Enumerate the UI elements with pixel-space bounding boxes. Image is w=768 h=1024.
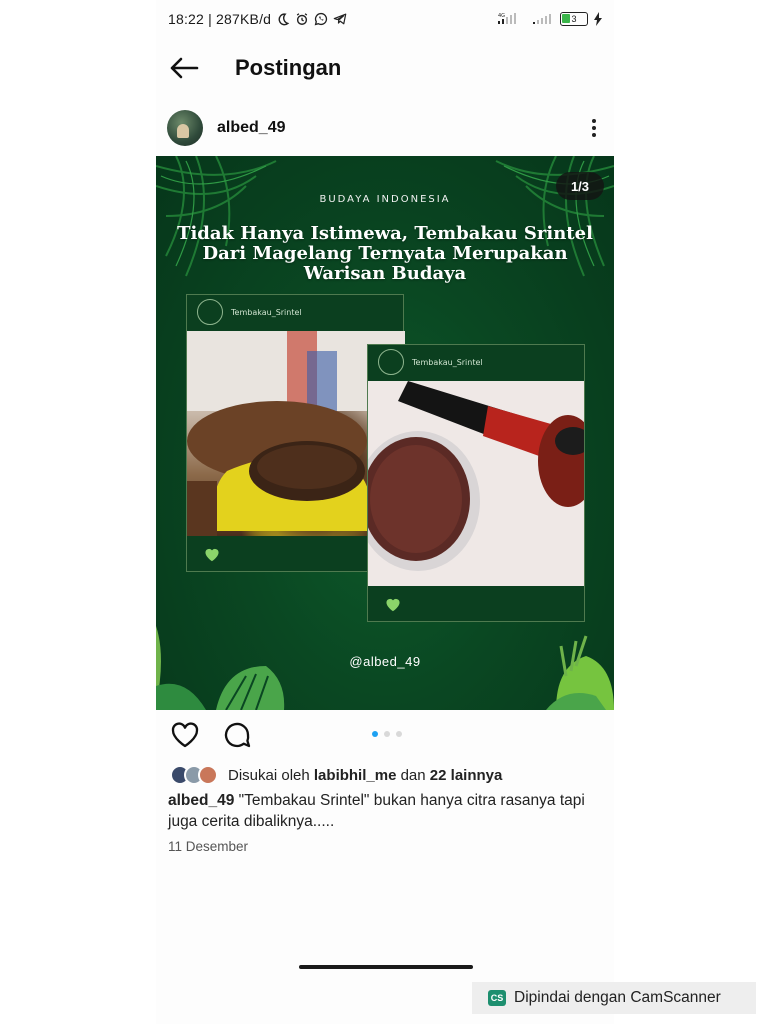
moon-icon [278,13,290,26]
heart-icon [386,598,400,612]
image-headline: Tidak Hanya Istimewa, Tembakau Srintel D… [177,223,593,284]
likes-joiner: dan [400,766,426,784]
signal-icon-2 [533,14,551,24]
card-header: Tembakau_Srintel [368,345,584,379]
post-date: 11 Desember [168,839,249,854]
card-header: Tembakau_Srintel [187,295,403,329]
back-button[interactable] [154,40,214,96]
likes-summary[interactable]: Disukai oleh labibhil_me dan 22 lainnya [170,764,610,786]
card-username: Tembakau_Srintel [231,307,302,317]
pipe-tobacco-illustration [368,381,584,586]
avatar [198,765,218,785]
card-footer [368,587,584,621]
camscanner-text: Dipindai dengan CamScanner [514,989,721,1006]
monstera-leaves-decoration [156,626,614,710]
liker-avatars [170,765,218,785]
comment-icon[interactable] [222,720,252,750]
post-username[interactable]: albed_49 [217,119,285,137]
status-bar-right: 4G 3 [498,12,602,26]
top-app-bar: Postingan [156,40,614,96]
more-vertical-icon [592,119,596,123]
caption-username[interactable]: albed_49 [168,792,234,809]
likes-others[interactable]: 22 lainnya [430,767,503,784]
post-image[interactable]: 1/3 BUDAYA INDONESIA Tidak Hanya Istimew… [156,156,614,710]
likes-prefix: Disukai oleh [228,766,310,784]
signal-icon: 4G [498,13,516,24]
tobacco-photo-2 [368,381,584,586]
battery-level: 3 [571,14,577,24]
alarm-icon [296,13,308,25]
network-label: 4G [498,13,505,19]
status-bar: 18:22 | 287KB/d 4G 3 [156,0,614,38]
post-caption: albed_49 "Tembakau Srintel" bukan hanya … [168,790,608,832]
back-arrow-icon [170,57,199,79]
charging-icon [594,12,602,26]
home-indicator[interactable] [299,965,473,969]
phone-screen: 18:22 | 287KB/d 4G 3 Postingan albed_49 … [156,0,614,1024]
avatar[interactable] [167,110,203,146]
camscanner-logo-icon: CS [488,990,506,1006]
card-avatar [197,299,223,325]
camscanner-watermark: CS Dipindai dengan CamScanner [472,982,756,1014]
carousel-dots [372,731,402,737]
card-username: Tembakau_Srintel [412,357,483,367]
carousel-dot-active [372,731,378,737]
carousel-dot [384,731,390,737]
carousel-dot [396,731,402,737]
card-avatar [378,349,404,375]
post-actions [156,716,614,756]
status-bar-left: 18:22 | 287KB/d [168,11,347,27]
heart-icon[interactable] [170,720,200,750]
page-title: Postingan [235,55,342,80]
status-time: 18:22 | 287KB/d [168,11,272,27]
post-author-row: albed_49 [156,104,614,152]
image-kicker: BUDAYA INDONESIA [319,194,451,205]
likes-user[interactable]: labibhil_me [314,767,397,784]
image-card-2: Tembakau_Srintel [367,344,585,622]
battery-icon: 3 [560,12,588,26]
whatsapp-icon [314,12,328,26]
telegram-icon [333,13,347,25]
more-options-button[interactable] [588,116,600,140]
heart-icon [205,548,219,562]
